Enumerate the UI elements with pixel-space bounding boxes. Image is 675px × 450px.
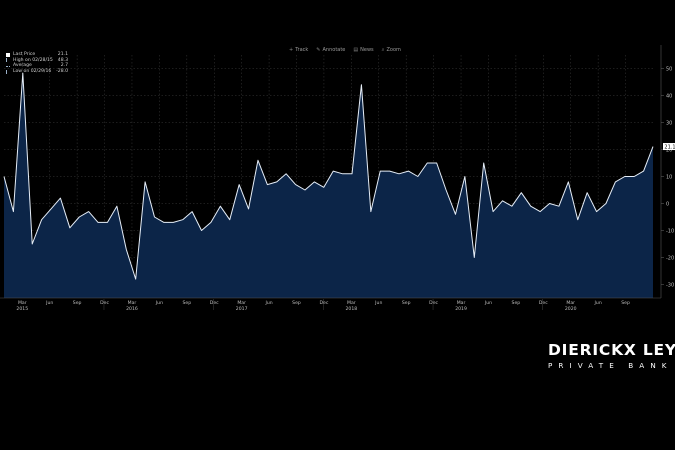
x-tick-label: Dec — [210, 300, 219, 306]
x-tick-label: Mar — [566, 300, 575, 306]
annotate-button[interactable]: ✎ Annotate — [316, 47, 345, 53]
x-tick-label: Dec — [319, 300, 328, 306]
x-tick-label: Jun — [594, 300, 602, 306]
x-tick-label: Sep — [402, 300, 411, 306]
brand-name: DIERICKX LEYS — [548, 341, 675, 359]
x-tick-label: Jun — [45, 300, 53, 306]
y-tick-label: 50 — [666, 66, 672, 72]
last-value-label: 21.1 — [664, 144, 675, 150]
x-tick-label: Sep — [621, 300, 630, 306]
legend-label: Low on 02/29/16 — [13, 68, 52, 74]
track-button[interactable]: + Track — [289, 47, 308, 53]
price-chart: -30-20-1001020304050 Mar Jun Sep Dec Mar Jun S… — [0, 45, 675, 312]
news-icon: ▤ — [353, 47, 359, 53]
legend-row-low: Low on 02/29/16 -28.0 — [6, 69, 68, 75]
news-label: News — [360, 47, 374, 53]
x-tick-label: Sep — [73, 300, 82, 306]
x-tick-label: Dec — [429, 300, 438, 306]
x-tick-label: Dec — [539, 300, 548, 306]
x-tick-label: Dec — [100, 300, 109, 306]
track-label: Track — [295, 47, 309, 53]
x-tick-label: Jun — [155, 300, 163, 306]
y-tick-label: -30 — [666, 282, 674, 288]
zoom-label: Zoom — [386, 47, 401, 53]
x-year-label: 2020 — [565, 306, 577, 312]
x-tick-label: Jun — [374, 300, 382, 306]
legend-swatch — [6, 58, 10, 63]
brand-subtitle: PRIVATE BANK — [548, 361, 673, 370]
x-year-label: 2019 — [455, 306, 467, 312]
x-tick-label: Mar — [128, 300, 137, 306]
y-tick-label: 40 — [666, 93, 672, 99]
x-tick-label: Mar — [237, 300, 246, 306]
chart-legend: Last Price 21.1 High on 02/28/15 48.3 Av… — [6, 52, 68, 74]
legend-value: -28.0 — [56, 68, 68, 74]
chart-toolbar: + Track ✎ Annotate ▤ News ⌕ Zoom — [289, 47, 401, 53]
x-tick-label: Sep — [512, 300, 521, 306]
x-axis: Mar Jun Sep Dec Mar Jun Sep Dec Mar Jun Sep Dec Mar J… — [0, 297, 661, 312]
zoom-button[interactable]: ⌕ Zoom — [382, 47, 401, 53]
legend-swatch — [6, 65, 10, 67]
last-value-marker: 21.1 — [663, 143, 675, 150]
x-year-label: 2017 — [236, 306, 248, 312]
x-tick-label: Jun — [484, 300, 492, 306]
y-tick-label: -10 — [666, 228, 674, 234]
magnifier-icon: ⌕ — [381, 47, 385, 53]
legend-swatch — [6, 52, 10, 57]
x-tick-label: Mar — [457, 300, 466, 306]
annotate-label: Annotate — [322, 47, 346, 53]
legend-swatch — [6, 69, 10, 74]
x-year-label: 2018 — [346, 306, 358, 312]
y-tick-label: -20 — [666, 255, 674, 261]
x-tick-label: Jun — [264, 300, 272, 306]
area-fill — [4, 73, 653, 298]
x-year-label: 2015 — [16, 306, 28, 312]
y-tick-label: 30 — [666, 120, 672, 126]
y-axis: -30-20-1001020304050 — [660, 45, 674, 298]
x-tick-label: Sep — [182, 300, 191, 306]
x-year-label: 2016 — [126, 306, 138, 312]
y-tick-label: 10 — [666, 174, 672, 180]
pencil-icon: ✎ — [316, 47, 321, 53]
news-button[interactable]: ▤ News — [353, 47, 373, 53]
x-tick-label: Mar — [347, 300, 356, 306]
brand-logo: DIERICKX LEYS PRIVATE BANK — [548, 341, 675, 370]
y-tick-label: 0 — [666, 201, 669, 207]
x-tick-label: Mar — [18, 300, 27, 306]
crosshair-icon: + — [289, 47, 294, 53]
x-tick-label: Sep — [292, 300, 301, 306]
